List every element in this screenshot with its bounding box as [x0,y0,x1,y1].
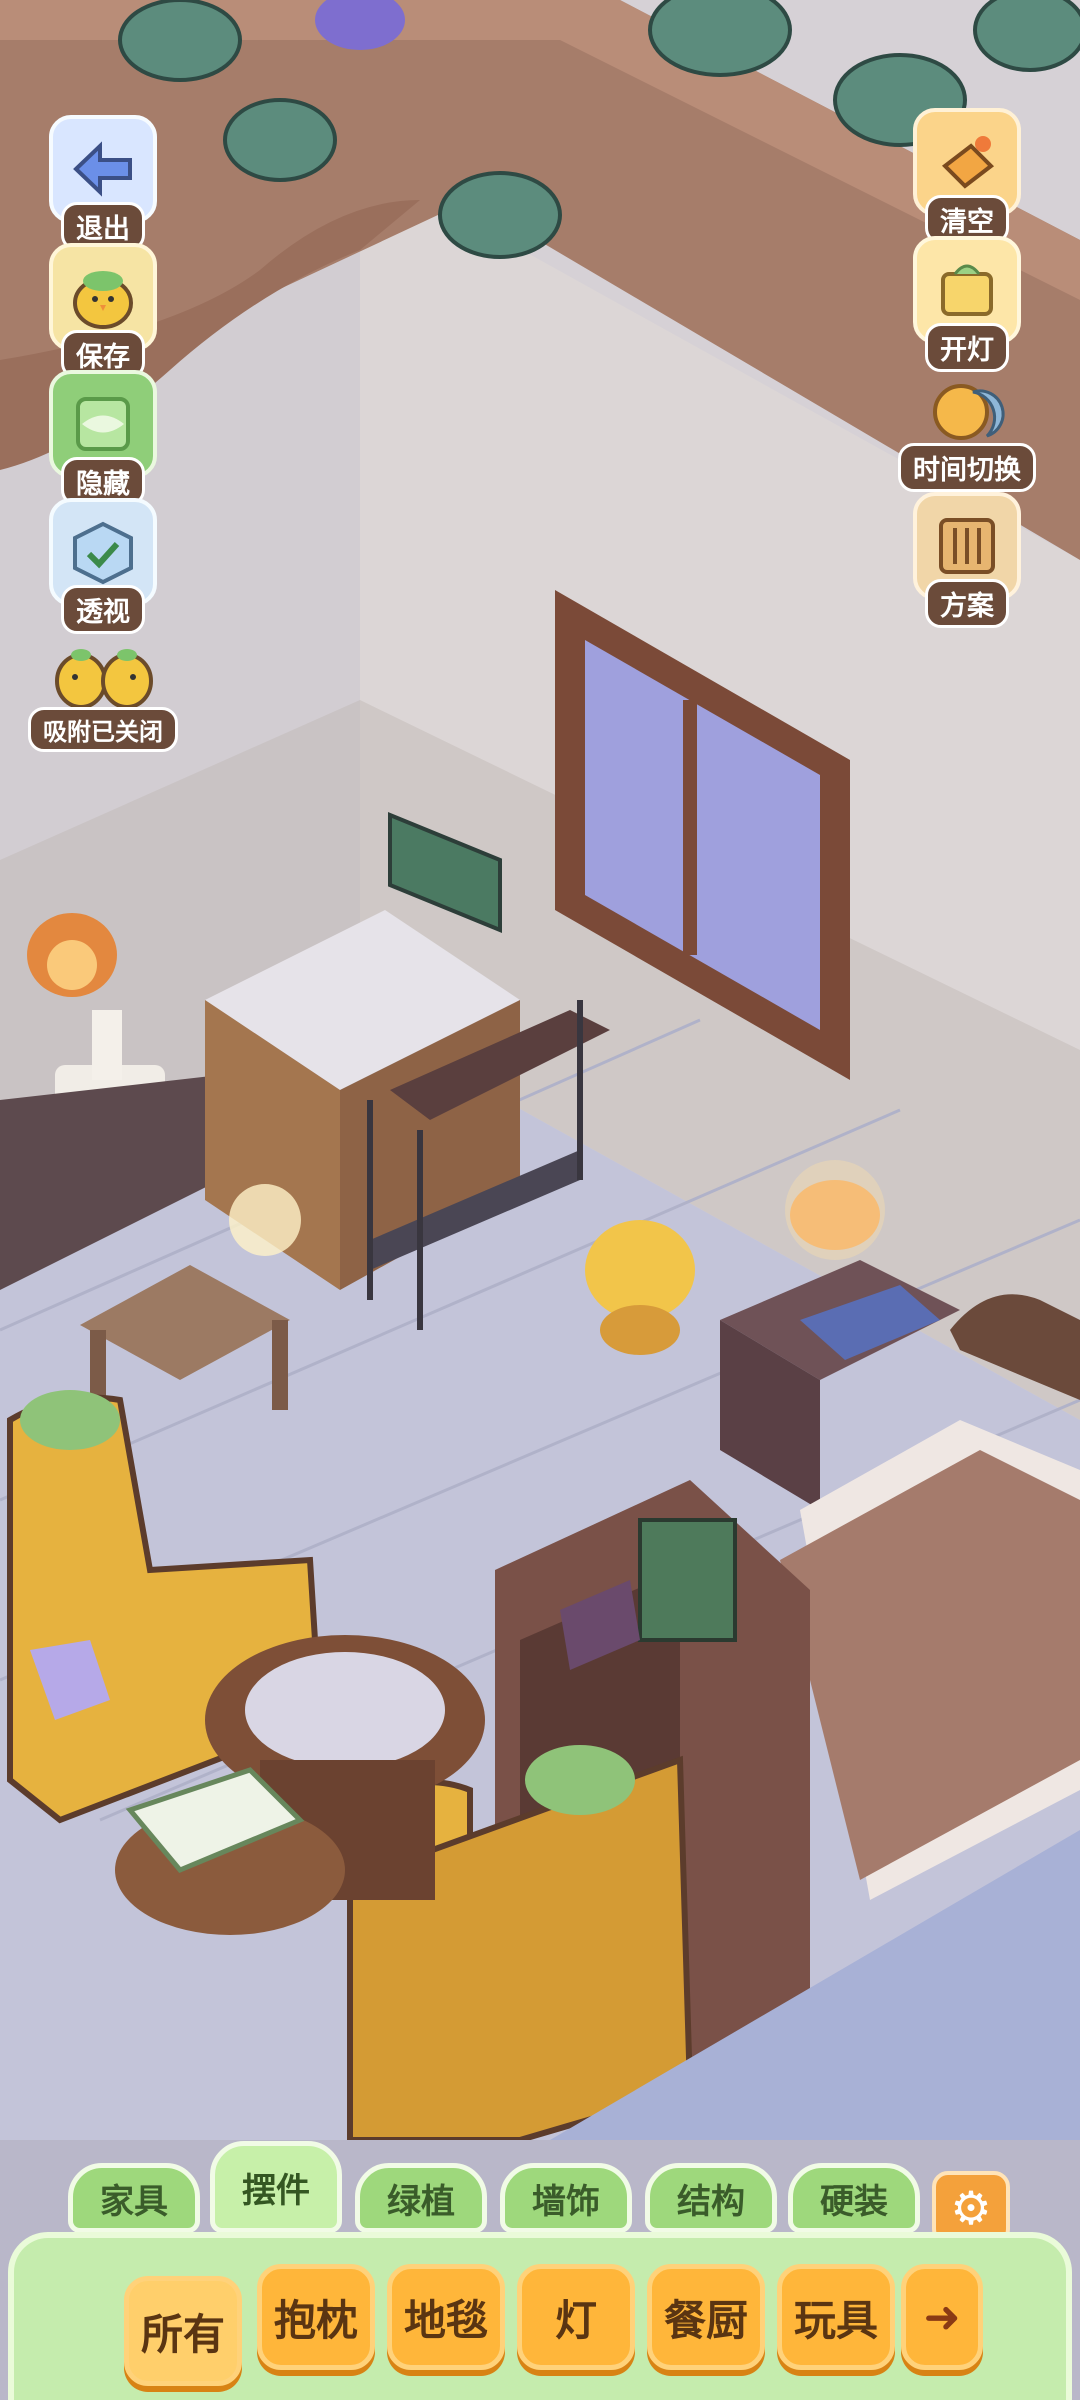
hide-button[interactable]: 隐藏 [38,370,168,506]
subcategory-panel: 所有 抱枕 地毯 灯 餐厨 玩具 ➜ [8,2232,1072,2400]
tab-furniture[interactable]: 家具 [68,2163,200,2233]
time-switch-button[interactable]: 时间切换 [877,364,1057,492]
next-page-button[interactable]: ➜ [901,2264,983,2370]
tab-hard-decor[interactable]: 硬装 [788,2163,920,2233]
clear-button[interactable]: 清空 [902,108,1032,244]
time-switch-label: 时间切换 [898,443,1036,492]
save-button[interactable]: 保存 [38,243,168,379]
light-toggle-button[interactable]: 开灯 [902,236,1032,372]
tab-structure[interactable]: 结构 [645,2163,777,2233]
snap-toggle-button[interactable]: 吸附已关闭 [13,625,193,752]
subcategory-pillows[interactable]: 抱枕 [257,2264,375,2370]
plan-label: 方案 [925,579,1009,628]
subcategory-rugs[interactable]: 地毯 [387,2264,505,2370]
subcategory-toys[interactable]: 玩具 [777,2264,895,2370]
plan-button[interactable]: 方案 [902,492,1032,628]
tab-ornaments[interactable]: 摆件 [210,2141,342,2233]
subcategory-lamps[interactable]: 灯 [517,2264,635,2370]
snap-toggle-label: 吸附已关闭 [28,707,178,752]
arrow-right-icon: ➜ [923,2291,961,2343]
exit-button[interactable]: 退出 [38,115,168,251]
tab-wall-decor[interactable]: 墙饰 [500,2163,632,2233]
tab-plants[interactable]: 绿植 [355,2163,487,2233]
gear-icon: ⚙ [950,2181,992,2235]
subcategory-all[interactable]: 所有 [124,2276,242,2386]
subcategory-kitchen[interactable]: 餐厨 [647,2264,765,2370]
category-tabs: 家具 摆件 绿植 墙饰 结构 硬装 ⚙ [60,2141,1020,2245]
perspective-button[interactable]: 透视 [38,498,168,634]
